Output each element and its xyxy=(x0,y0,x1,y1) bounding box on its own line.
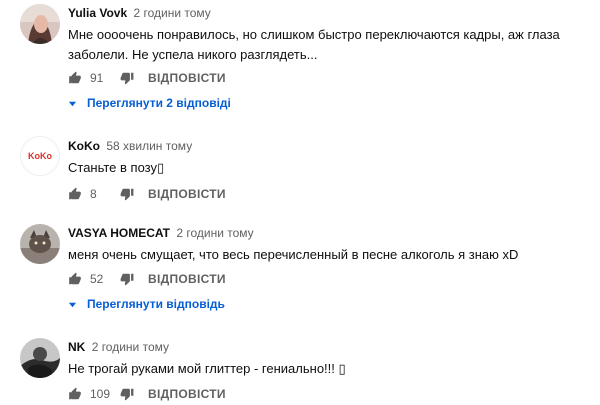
reply-button[interactable]: ВІДПОВІСТИ xyxy=(148,187,226,201)
caret-down-icon xyxy=(68,101,77,106)
thumbs-up-icon[interactable] xyxy=(68,71,82,85)
comment: Yulia Vovk 2 години тому Мне оооочень по… xyxy=(0,0,600,112)
comment-timestamp[interactable]: 2 години тому xyxy=(176,226,253,240)
view-replies-button[interactable]: Переглянути 2 відповіді xyxy=(68,94,231,112)
reply-button[interactable]: ВІДПОВІСТИ xyxy=(148,71,226,85)
cat-photo-avatar-icon xyxy=(20,224,60,264)
dark-photo-avatar-icon xyxy=(20,338,60,378)
like-count: 109 xyxy=(90,387,111,401)
view-replies-label: Переглянути відповідь xyxy=(87,297,225,311)
comment: VASYA HOMECAT 2 години тому меня очень с… xyxy=(0,220,600,320)
comment-text: меня очень смущает, что весь перечисленн… xyxy=(68,247,519,262)
thumbs-down-icon[interactable] xyxy=(120,272,134,286)
comment-timestamp[interactable]: 2 години тому xyxy=(92,340,169,354)
comment-text: Не трогай руками мой глиттер - гениально… xyxy=(68,361,346,376)
comment-author[interactable]: KoKo xyxy=(68,139,100,153)
comment-text: Мне оооочень понравилось, но слишком быс… xyxy=(68,27,560,62)
thumbs-down-icon[interactable] xyxy=(120,71,134,85)
view-replies-button[interactable]: Переглянути відповідь xyxy=(68,295,225,313)
comment-timestamp[interactable]: 58 хвилин тому xyxy=(106,139,192,153)
like-count: 52 xyxy=(90,272,104,286)
like-count: 91 xyxy=(90,71,104,85)
thumbs-up-icon[interactable] xyxy=(68,387,82,401)
thumbs-up-icon[interactable] xyxy=(68,187,82,201)
avatar[interactable] xyxy=(20,4,60,44)
avatar[interactable]: KoKo xyxy=(20,136,60,176)
thumbs-up-icon[interactable] xyxy=(68,272,82,286)
comment-text: Станьте в позу▯ xyxy=(68,160,165,175)
like-count: 8 xyxy=(90,187,97,201)
reply-button[interactable]: ВІДПОВІСТИ xyxy=(148,272,226,286)
avatar-logo-text: KoKo xyxy=(28,151,52,161)
thumbs-down-icon[interactable] xyxy=(120,187,134,201)
reply-button[interactable]: ВІДПОВІСТИ xyxy=(148,387,226,401)
comment: NK 2 години тому Не трогай руками мой гл… xyxy=(0,334,600,405)
comment-timestamp[interactable]: 2 години тому xyxy=(133,6,210,20)
logo-avatar-icon: KoKo xyxy=(21,137,59,175)
comment: KoKo KoKo 58 хвилин тому Станьте в позу▯… xyxy=(0,132,600,212)
caret-down-icon xyxy=(68,302,77,307)
comment-author[interactable]: VASYA HOMECAT xyxy=(68,226,170,240)
thumbs-down-icon[interactable] xyxy=(120,387,134,401)
user-photo-avatar-icon xyxy=(20,4,60,44)
comment-author[interactable]: Yulia Vovk xyxy=(68,6,127,20)
avatar[interactable] xyxy=(20,338,60,378)
view-replies-label: Переглянути 2 відповіді xyxy=(87,96,231,110)
avatar[interactable] xyxy=(20,224,60,264)
comment-author[interactable]: NK xyxy=(68,340,85,354)
